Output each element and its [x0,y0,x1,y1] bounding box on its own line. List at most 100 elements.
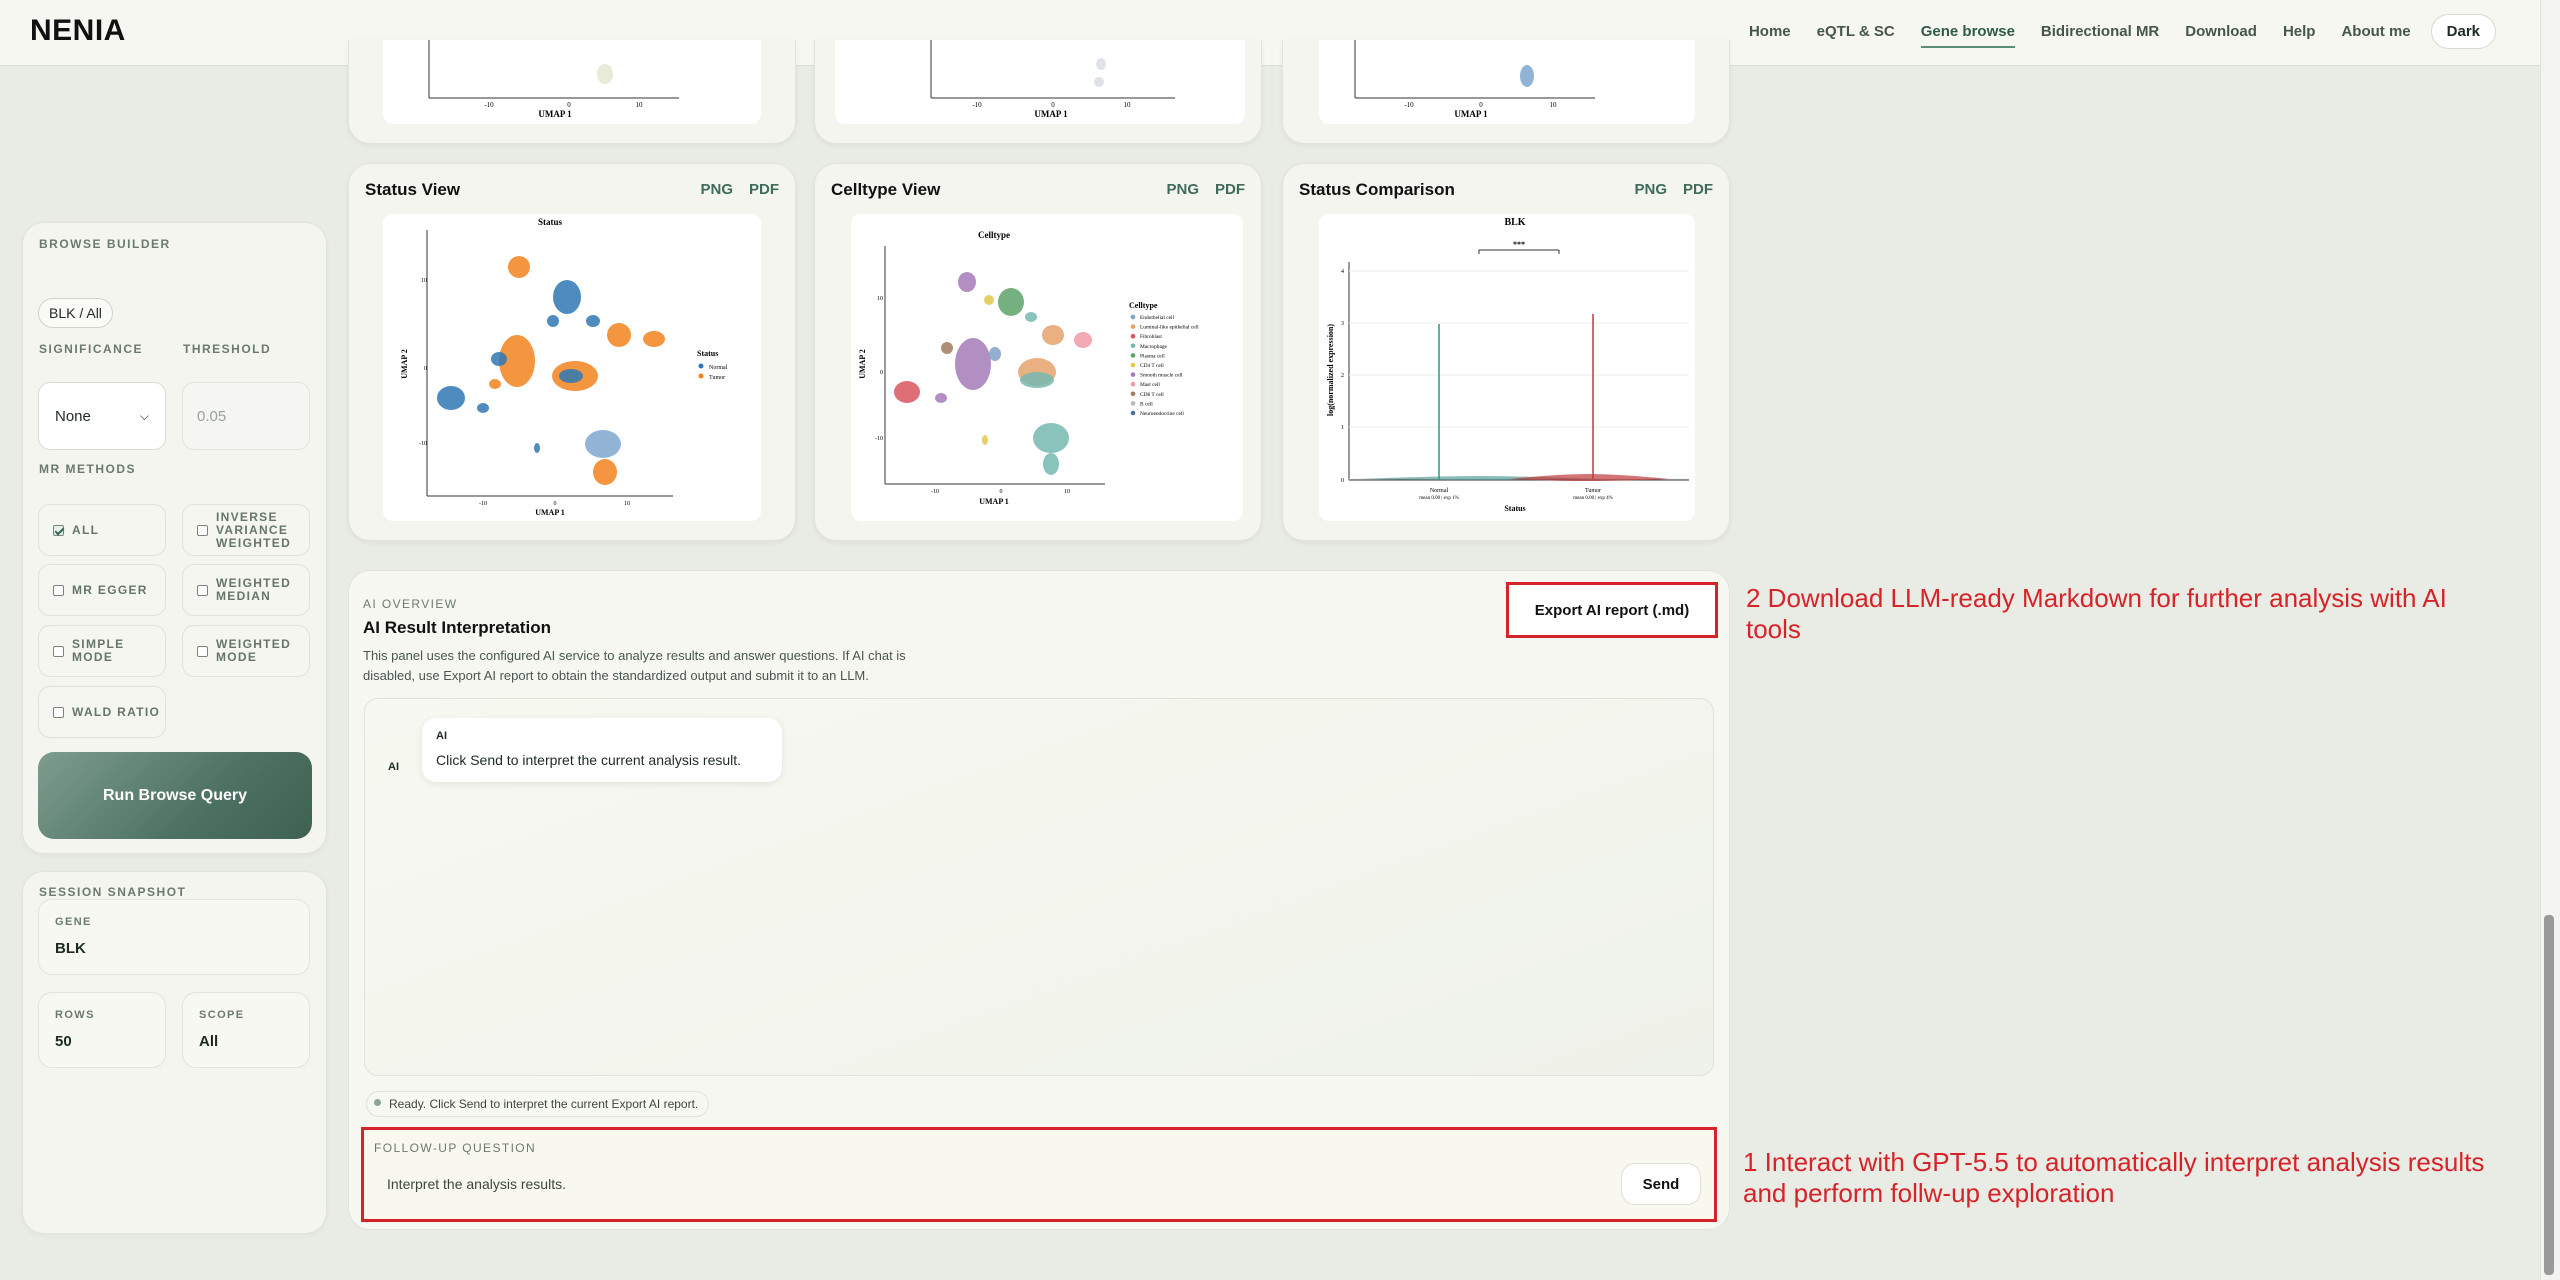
gene-scope-chip[interactable]: BLK / All [38,298,113,328]
checkbox-icon[interactable] [53,706,64,718]
violin-group-normal: Normal [1430,488,1449,494]
main-nav: Home eQTL & SC Gene browse Bidirectional… [1723,14,2496,49]
nav-eqtl-sc[interactable]: eQTL & SC [1817,15,1895,48]
snapshot-scope-value: All [199,1033,219,1050]
follow-up-input[interactable]: Interpret the analysis results. [387,1176,566,1192]
celltype-legend-dot [1130,372,1136,377]
celltype-legend-dot [1130,314,1136,320]
celltype-view-card: Celltype View PNG PDF Celltype 10 0 -10 … [814,163,1262,541]
dark-mode-button[interactable]: Dark [2430,14,2496,49]
celltype-legend-label: Smooth muscle cell [1140,373,1183,379]
significance-select[interactable]: None ⌵ [38,382,166,450]
violin-ytick-3: 3 [1341,321,1344,327]
status-xtick-3: 10 [624,501,630,507]
upper-plot-2: -10 0 10 UMAP 1 [835,40,1245,124]
violin-ytick-4: 4 [1341,269,1344,275]
snapshot-rows: ROWS 50 [38,992,166,1068]
violin-plot: BLK *** 4 3 2 1 0 Normal mean 0.00 | exp… [1319,214,1695,521]
status-xtick-2: 0 [554,501,557,507]
upper-card-1: -10 0 10 UMAP 1 [348,40,796,144]
send-button[interactable]: Send [1621,1163,1701,1205]
annotation-export-note: 2 Download LLM-ready Markdown for furthe… [1746,583,2447,644]
celltype-legend-label: Endothelial cell [1140,315,1174,321]
page-scrollbar-thumb[interactable] [2544,915,2554,1275]
legend-tumor-dot [698,373,704,379]
status-view-png-link[interactable]: PNG [700,181,733,198]
method-wald-ratio[interactable]: WALD RATIO [38,686,166,738]
celltype-view-title: Celltype View [831,180,941,199]
celltype-legend-dot [1130,391,1136,397]
celltype-legend-dot [1130,381,1136,387]
method-weighted-median-label: WEIGHTED MEDIAN [216,576,292,603]
method-all-label: ALL [72,522,100,537]
celltype-legend-dot [1130,333,1136,339]
status-plot-title: Status [538,217,563,227]
status-view-pdf-link[interactable]: PDF [749,181,779,198]
method-simple-mode-label: SIMPLE MODE [72,637,125,664]
followup-highlight-box [361,1127,1717,1222]
status-view-title: Status View [365,180,461,199]
celltype-view-pdf-link[interactable]: PDF [1215,181,1245,198]
upper3-tick-2: 0 [1479,101,1483,109]
status-ytick-3: -10 [419,441,427,447]
method-ivw-label: INVERSE VARIANCE WEIGHTED [216,509,292,550]
nav-download[interactable]: Download [2185,15,2257,48]
upper-plot-3-svg: -10 0 10 UMAP 1 [1354,40,1595,119]
status-view-downloads: PNG PDF [700,181,779,198]
upper-xlabel-1: UMAP 1 [538,109,572,119]
checkbox-icon[interactable] [197,645,208,657]
upper-plot-3: -10 0 10 UMAP 1 [1319,40,1695,124]
checkbox-icon[interactable] [53,584,64,596]
status-xtick-1: -10 [479,501,487,507]
session-snapshot-title: SESSION SNAPSHOT [39,885,187,899]
status-ytick-1: 10 [421,278,427,284]
chevron-down-icon: ⌵ [139,408,149,423]
brand-logo[interactable]: NENIA [30,14,126,48]
run-browse-query-button[interactable]: Run Browse Query [38,752,312,839]
method-ivw[interactable]: INVERSE VARIANCE WEIGHTED [182,504,310,556]
status-comparison-pdf-link[interactable]: PDF [1683,181,1713,198]
threshold-input[interactable]: 0.05 [182,382,310,450]
upper2-tick-1: -10 [972,101,982,109]
method-simple-mode[interactable]: SIMPLE MODE [38,625,166,677]
checkbox-icon[interactable] [197,524,208,536]
checkbox-icon[interactable] [197,584,208,596]
checkbox-checked-icon[interactable] [53,524,64,536]
celltype-legend-dot [1130,410,1136,416]
method-weighted-median[interactable]: WEIGHTED MEDIAN [182,564,310,616]
method-all[interactable]: ALL [38,504,166,556]
method-weighted-mode[interactable]: WEIGHTED MODE [182,625,310,677]
nav-help[interactable]: Help [2283,15,2316,48]
upper-card-3: -10 0 10 UMAP 1 [1282,40,1730,144]
status-comparison-png-link[interactable]: PNG [1634,181,1667,198]
celltype-umap-svg: Celltype 10 0 -10 -10 0 10 UMAP 1 UMAP 2… [858,230,1199,506]
snapshot-gene-value: BLK [55,940,86,957]
celltype-legend: Endothelial cell Luminal-like epithelial … [1130,314,1199,417]
method-weighted-mode-label: WEIGHTED MODE [216,637,292,664]
ai-avatar: AI [388,761,399,773]
status-umap-plot: Status 10 0 -10 -10 0 10 UMAP 1 UMAP 2 S… [383,214,761,521]
celltype-legend-label: Neuroendocrine cell [1140,411,1184,417]
nav-gene-browse[interactable]: Gene browse [1920,15,2015,48]
celltype-legend-label: B cell [1140,401,1153,407]
checkbox-icon[interactable] [53,645,64,657]
status-ylabel: UMAP 2 [400,349,409,379]
method-mr-egger[interactable]: MR EGGER [38,564,166,616]
violin-plot-title: BLK [1504,217,1525,228]
nav-bidirectional-mr[interactable]: Bidirectional MR [2041,15,2159,48]
celltype-legend-dot [1130,362,1136,368]
upper-tick-1: -10 [484,101,494,109]
celltype-legend-dot [1130,324,1136,329]
status-ytick-2: 0 [424,366,427,372]
nav-home[interactable]: Home [1749,15,1791,48]
snapshot-rows-value: 50 [55,1033,72,1050]
upper3-tick-3: 10 [1550,101,1558,109]
nav-about-me[interactable]: About me [2341,15,2410,48]
celltype-xtick-2: 0 [1000,489,1003,495]
export-ai-report-button[interactable]: Export AI report (.md) [1509,585,1715,635]
celltype-legend-label: Macrophage [1140,344,1168,350]
celltype-ytick-3: -10 [875,436,883,442]
celltype-view-png-link[interactable]: PNG [1166,181,1199,198]
celltype-legend-label: Luminal-like epithelial cell [1140,325,1199,331]
significance-value: None [55,407,91,425]
